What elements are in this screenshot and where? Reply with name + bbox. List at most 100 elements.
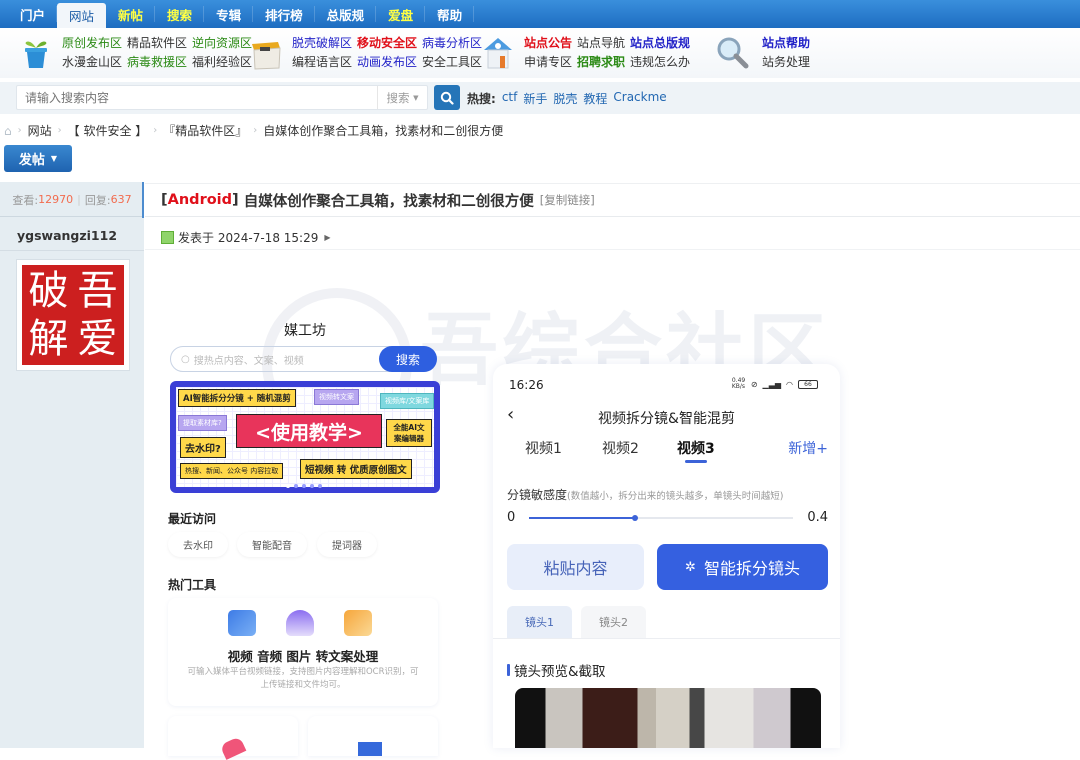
subnav-link[interactable]: 违规怎么办 (630, 54, 690, 70)
search-input[interactable] (17, 86, 377, 109)
search-type-select[interactable]: 搜索 ▼ (377, 86, 427, 109)
subnav-link[interactable]: 水漫金山区 (62, 54, 122, 70)
hot-tools-title: 热门工具 (168, 578, 217, 592)
add-video-button[interactable]: 新增+ (788, 438, 828, 458)
subnav-link[interactable]: 站点导航 (577, 35, 625, 51)
author-name[interactable]: ygswangzi112 (17, 228, 117, 243)
video-tab[interactable]: 视频1 (525, 438, 562, 458)
treasure-box-icon (248, 34, 284, 70)
avatar[interactable]: 破 吾 解 爱 (16, 259, 130, 371)
views-count: 12970 (38, 193, 74, 206)
recent-item[interactable]: 提词器 (317, 532, 377, 557)
shot-tab-active[interactable]: 镜头1 (507, 606, 572, 638)
hot-search-term[interactable]: ctf (502, 90, 518, 107)
app-search-button[interactable]: 搜索 (379, 346, 437, 372)
sensitivity-slider[interactable] (529, 515, 793, 521)
app-search-placeholder: 搜热点内容、文案、视频 (193, 355, 304, 367)
nav-ranking[interactable]: 排行榜 (253, 0, 315, 28)
recent-item[interactable]: 去水印 (168, 532, 228, 557)
post-meta: 发表于 2024-7-18 15:29 ▶ (145, 226, 1080, 250)
copy-link[interactable]: [复制链接] (540, 192, 595, 208)
carousel-dot[interactable] (302, 484, 306, 488)
home-icon[interactable]: ⌂ (4, 124, 12, 138)
hot-search-term[interactable]: 脱壳 (553, 90, 577, 107)
house-notice-icon (480, 34, 516, 70)
subnav-link[interactable]: 精品软件区 (127, 35, 187, 51)
subnav-link[interactable]: 招聘求职 (577, 54, 625, 70)
subnav-link[interactable]: 移动安全区 (357, 35, 417, 51)
nav-website[interactable]: 网站 (57, 3, 107, 28)
subnav-link[interactable]: 病毒救援区 (127, 54, 187, 70)
slider-fill (529, 517, 635, 519)
subnav-link[interactable]: 站点帮助 (762, 35, 810, 51)
tool-card-small[interactable] (168, 716, 298, 760)
breadcrumb-item[interactable]: 网站 (28, 122, 52, 139)
breadcrumb-item[interactable]: 『精品软件区』 (163, 122, 247, 139)
slider-min: 0 (507, 510, 516, 525)
subnav-link[interactable]: 申请专区 (524, 54, 572, 70)
subnav-link[interactable]: 病毒分析区 (422, 35, 482, 51)
subnav-link[interactable]: 站点总版规 (630, 35, 690, 51)
search-button[interactable] (434, 85, 460, 110)
subnav-link[interactable]: 福利经验区 (192, 54, 252, 70)
posted-time: 2024-7-18 15:29 (217, 230, 319, 245)
thread-title: 自媒体创作聚合工具箱，找素材和二创很方便 (243, 193, 534, 210)
subnav-link[interactable]: 动画发布区 (357, 54, 417, 70)
hot-search-term[interactable]: Crackme (613, 90, 666, 107)
thread-tag[interactable]: [Android] (161, 192, 239, 208)
app-screenshot-split: 16:26 0.49 KB/s ⊘ ▁▃▅ ◠ 66 ‹ 视频拆分镜&智能混剪 … (493, 364, 840, 748)
subnav-link[interactable]: 脱壳破解区 (292, 35, 352, 51)
nav-album[interactable]: 专辑 (204, 0, 254, 28)
banner-chip: 短视频 转 优质原创图文 (300, 459, 412, 479)
thread-title-bar: [Android] 自媒体创作聚合工具箱，找素材和二创很方便 [复制链接] (145, 183, 1080, 217)
tool-card[interactable]: 视频 音频 图片 转文案处理 可输入媒体平台视频链接，支持图片内容理解和OCR识… (168, 598, 438, 706)
battery-level: 66 (804, 380, 812, 388)
nav-aipan[interactable]: 爱盘 (376, 0, 426, 28)
nav-help[interactable]: 帮助 (425, 0, 475, 28)
carousel-dot[interactable] (286, 484, 290, 488)
subnav-link[interactable]: 站点公告 (524, 35, 572, 51)
divider (493, 638, 840, 639)
carousel-dot[interactable] (294, 484, 298, 488)
nav-search[interactable]: 搜索 (155, 0, 205, 28)
paste-button[interactable]: 粘贴内容 (507, 544, 644, 590)
carousel-dot[interactable] (310, 484, 314, 488)
hot-search-term[interactable]: 教程 (583, 90, 607, 107)
seal-char: 解 (28, 316, 69, 362)
video-tab[interactable]: 视频2 (602, 438, 639, 458)
play-arrow-icon[interactable]: ▶ (324, 233, 330, 242)
subnav-link[interactable]: 逆向资源区 (192, 35, 252, 51)
subnav-link[interactable]: 编程语言区 (292, 54, 352, 70)
recent-item[interactable]: 智能配音 (237, 532, 307, 557)
hot-search-term[interactable]: 新手 (523, 90, 547, 107)
tool-card-desc: 可输入媒体平台视频链接，支持图片内容理解和OCR识别，可上传链接和文件均可。 (187, 667, 419, 690)
image-icon (344, 610, 372, 636)
sensitivity-label: 分镜敏感度(数值越小，拆分出来的镜头越多，单镜头时间越短) (507, 486, 783, 503)
slider-knob[interactable] (631, 515, 638, 521)
thread-stats: 查看: 12970 | 回复: 637 (0, 183, 144, 217)
banner-chip: 全能AI文案编辑器 (386, 419, 432, 447)
new-post-button[interactable]: 发帖 ▼ (4, 145, 72, 172)
tool-card-small[interactable] (308, 716, 438, 756)
audio-icon (286, 610, 314, 636)
views-label: 查看: (12, 193, 39, 207)
nav-new-posts[interactable]: 新帖 (106, 0, 156, 28)
shot-tab[interactable]: 镜头2 (581, 606, 646, 638)
smart-split-button[interactable]: ✲ 智能拆分镜头 (657, 544, 828, 590)
subnav-link[interactable]: 站务处理 (762, 54, 810, 70)
breadcrumb-item[interactable]: 【 软件安全 】 (68, 122, 148, 139)
subnav-link[interactable]: 安全工具区 (422, 54, 482, 70)
nav-portal[interactable]: 门户 (8, 0, 58, 28)
carousel-dot[interactable] (318, 484, 322, 488)
nav-rules[interactable]: 总版规 (315, 0, 377, 28)
tutorial-banner[interactable]: AI智能拆分分镜 + 随机混剪 视频转文案 视频库/文案库 提取素材库? <使用… (170, 381, 440, 493)
preview-title: 镜头预览&截取 (507, 660, 606, 680)
subnav-link[interactable]: 原创发布区 (62, 35, 122, 51)
video-preview[interactable] (515, 688, 821, 748)
online-status-icon (161, 231, 174, 244)
thread-tag-text: Android (167, 192, 233, 208)
smart-split-label: 智能拆分镜头 (703, 559, 800, 578)
caret-down-icon: ▼ (50, 154, 58, 163)
video-tab-active[interactable]: 视频3 (677, 438, 715, 458)
banner-chip: 热搜、新闻、公众号 内容拉取 (180, 463, 284, 479)
